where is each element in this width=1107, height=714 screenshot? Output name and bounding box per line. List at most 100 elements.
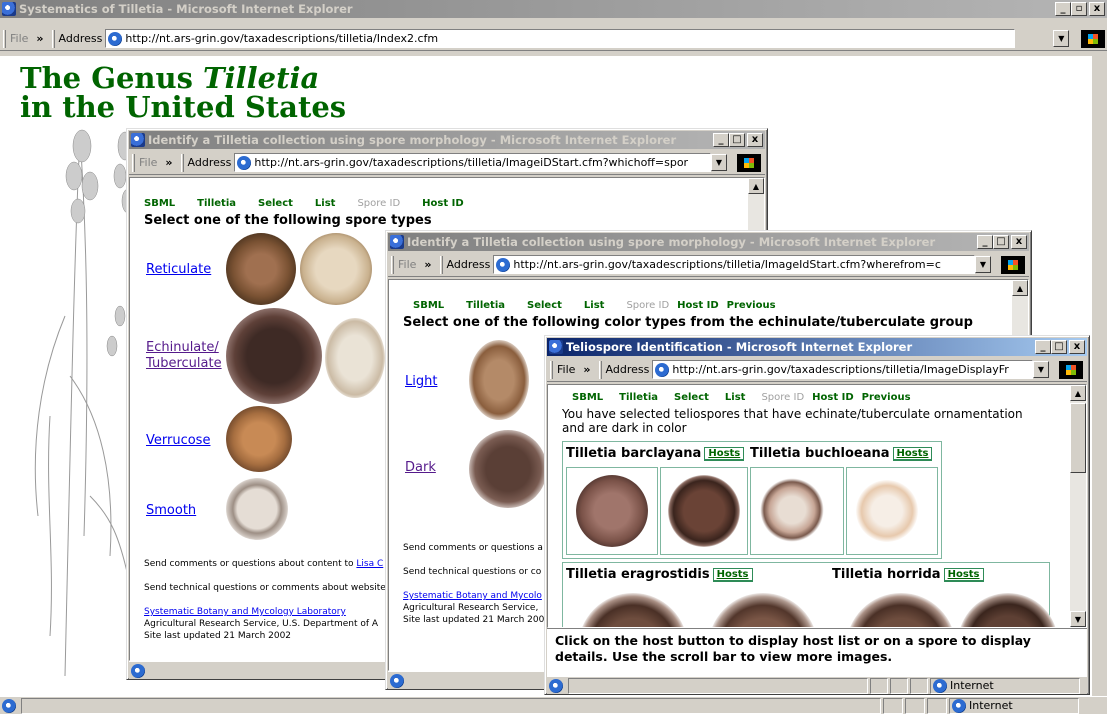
chevron-icon[interactable]: »	[424, 258, 431, 271]
maximize-button[interactable]: □	[1051, 340, 1067, 354]
spore-image-echinulate-2[interactable]	[325, 318, 385, 398]
link-dark[interactable]: Dark	[405, 460, 436, 475]
address-url: http://nt.ars-grin.gov/taxadescriptions/…	[125, 32, 439, 45]
status-cell	[870, 677, 888, 694]
spore-image-barclayana-1[interactable]	[576, 475, 648, 547]
link-tuberculate[interactable]: Tuberculate	[146, 356, 222, 371]
minimize-button[interactable]: _	[1035, 340, 1051, 354]
nav-sbml[interactable]: SBML	[413, 300, 444, 311]
hosts-button-barclayana[interactable]: Hosts	[704, 446, 745, 461]
nav-host-id[interactable]: Host ID	[677, 300, 718, 311]
maximize-button[interactable]: □	[993, 235, 1009, 249]
species-label: Tilletia horrida	[832, 567, 941, 582]
main-title-bar[interactable]: Systematics of Tilletia - Microsoft Inte…	[0, 0, 1107, 18]
win2-title-bar[interactable]: Identify a Tilletia collection using spo…	[129, 131, 765, 149]
close-button[interactable]: x	[747, 133, 763, 147]
win4-title-bar[interactable]: Teliospore Identification - Microsoft In…	[547, 338, 1087, 356]
nav-sbml[interactable]: SBML	[144, 198, 175, 209]
win4-page-content: ▲ ▼ SBML Tilletia Select List Spore ID H…	[547, 384, 1087, 628]
win4-footer: Click on the host button to display host…	[547, 629, 1087, 669]
maximize-button[interactable]: □	[729, 133, 745, 147]
nav-select[interactable]: Select	[527, 300, 562, 311]
address-dropdown-button[interactable]: ▼	[1053, 30, 1070, 47]
link-reticulate[interactable]: Reticulate	[146, 262, 211, 277]
menu-file[interactable]: File	[557, 363, 575, 376]
address-input[interactable]: http://nt.ars-grin.gov/taxadescriptions/…	[105, 29, 1016, 48]
nav-host-id[interactable]: Host ID	[422, 198, 463, 209]
address-dropdown-button[interactable]: ▼	[975, 256, 991, 273]
hosts-button-buchloeana[interactable]: Hosts	[892, 446, 933, 461]
restore-button[interactable]: ▫	[1071, 2, 1087, 16]
windows-logo-icon	[1059, 360, 1083, 379]
nav-select[interactable]: Select	[674, 392, 709, 403]
spore-image-buchloeana-1[interactable]	[760, 478, 824, 542]
scroll-down-button[interactable]: ▼	[1070, 611, 1086, 627]
link-echinulate[interactable]: Echinulate/	[146, 340, 219, 355]
address-dropdown-button[interactable]: ▼	[711, 154, 727, 171]
address-input[interactable]: http://nt.ars-grin.gov/taxadescriptions/…	[234, 153, 711, 172]
toolbar-grip-2	[180, 153, 184, 172]
spore-image-verrucose[interactable]	[226, 406, 292, 472]
chevron-icon[interactable]: »	[165, 156, 172, 169]
nav-previous[interactable]: Previous	[862, 392, 911, 403]
spore-image-light-1[interactable]	[469, 340, 529, 420]
status-cell	[890, 677, 908, 694]
address-dropdown-button[interactable]: ▼	[1033, 361, 1049, 378]
footer-line1: Click on the host button to display host…	[555, 633, 1031, 648]
win4-nav: SBML Tilletia Select List Spore ID Host …	[572, 392, 933, 403]
main-status-bar: Internet	[0, 696, 1107, 714]
status-page-icon	[390, 673, 404, 688]
link-light[interactable]: Light	[405, 374, 437, 389]
sbml-link[interactable]: Systematic Botany and Mycology Laborator…	[144, 607, 346, 617]
sbml-link[interactable]: Systematic Botany and Mycolo	[403, 591, 542, 601]
nav-previous[interactable]: Previous	[727, 300, 776, 311]
chevron-icon[interactable]: »	[36, 32, 43, 45]
win3-title-bar[interactable]: Identify a Tilletia collection using spo…	[388, 233, 1029, 251]
minimize-button[interactable]: _	[713, 133, 729, 147]
contact-link[interactable]: Lisa C	[356, 559, 383, 569]
spore-image-barclayana-2[interactable]	[668, 475, 740, 547]
close-button[interactable]: x	[1089, 2, 1105, 16]
spore-image-smooth[interactable]	[226, 478, 288, 540]
close-button[interactable]: x	[1069, 340, 1085, 354]
scroll-up-button[interactable]: ▲	[748, 178, 764, 194]
nav-tilletia[interactable]: Tilletia	[619, 392, 658, 403]
footer-updated: Site last updated 21 March 200	[403, 615, 545, 625]
address-input[interactable]: http://nt.ars-grin.gov/taxadescriptions/…	[652, 360, 1033, 379]
spore-image-buchloeana-2[interactable]	[856, 480, 918, 542]
win4-status-bar: Internet	[547, 676, 1087, 694]
close-button[interactable]: x	[1011, 235, 1027, 249]
hosts-button-horrida[interactable]: Hosts	[943, 567, 984, 582]
menu-file[interactable]: File	[139, 156, 157, 169]
scroll-thumb[interactable]	[1070, 403, 1086, 473]
chevron-icon[interactable]: »	[583, 363, 590, 376]
nav-list[interactable]: List	[315, 198, 336, 209]
footer-ars: Agricultural Research Service, U.S. Depa…	[144, 619, 379, 629]
spore-image-dark-1[interactable]	[469, 430, 547, 508]
win4-scrollbar[interactable]: ▲ ▼	[1070, 385, 1086, 627]
status-zone-text: Internet	[950, 679, 994, 692]
hosts-button-eragrostidis[interactable]: Hosts	[712, 567, 753, 582]
nav-list[interactable]: List	[725, 392, 746, 403]
spore-image-reticulate-1[interactable]	[226, 233, 296, 305]
status-page-icon	[549, 678, 563, 693]
address-input[interactable]: http://nt.ars-grin.gov/taxadescriptions/…	[493, 255, 975, 274]
link-verrucose[interactable]: Verrucose	[146, 433, 210, 448]
minimize-button[interactable]: _	[977, 235, 993, 249]
nav-host-id[interactable]: Host ID	[812, 392, 853, 403]
nav-sbml[interactable]: SBML	[572, 392, 603, 403]
minimize-button[interactable]: _	[1055, 2, 1071, 16]
toolbar-grip	[132, 153, 135, 172]
spore-image-reticulate-2[interactable]	[300, 233, 372, 305]
link-smooth[interactable]: Smooth	[146, 503, 196, 518]
nav-list[interactable]: List	[584, 300, 605, 311]
scroll-up-button[interactable]: ▲	[1012, 280, 1028, 296]
spore-image-echinulate-1[interactable]	[226, 308, 322, 404]
nav-tilletia[interactable]: Tilletia	[466, 300, 505, 311]
menu-file[interactable]: File	[10, 32, 28, 45]
nav-tilletia[interactable]: Tilletia	[197, 198, 236, 209]
nav-select[interactable]: Select	[258, 198, 293, 209]
scroll-up-button[interactable]: ▲	[1070, 385, 1086, 401]
menu-file[interactable]: File	[398, 258, 416, 271]
ie-icon	[496, 257, 511, 272]
